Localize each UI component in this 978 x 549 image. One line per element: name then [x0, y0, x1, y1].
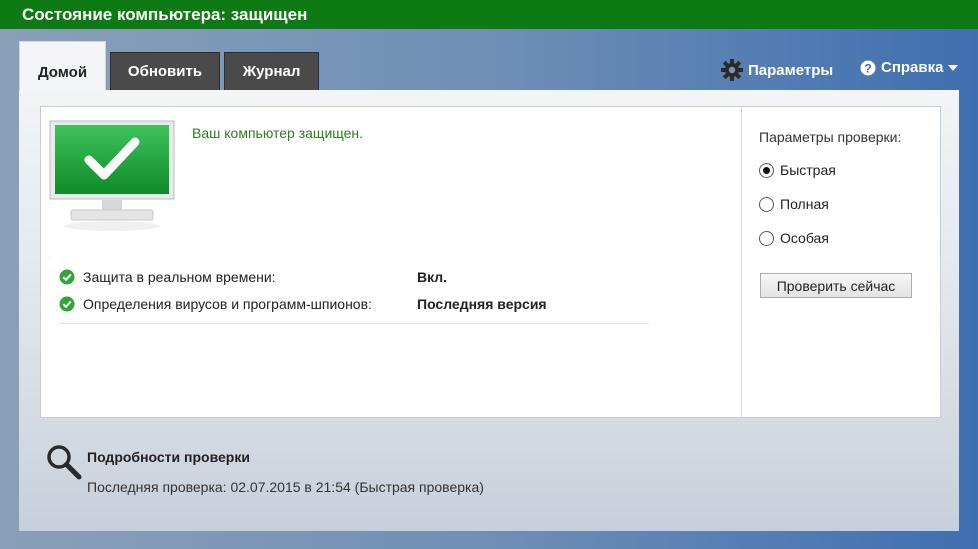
window-title: Состояние компьютера: защищен — [22, 5, 308, 24]
tab-update-label: Обновить — [127, 63, 203, 80]
check-circle-icon — [59, 296, 75, 312]
radio-full-scan[interactable]: Полная — [759, 196, 829, 212]
check-circle-icon — [59, 269, 75, 285]
monitor-checkmark-icon — [49, 120, 175, 231]
status-divider — [59, 323, 649, 324]
definitions-label: Определения вирусов и программ-шпионов: — [83, 296, 372, 312]
scan-details-title: Подробности проверки — [87, 449, 250, 465]
radio-quick-dot[interactable] — [759, 162, 774, 178]
tab-history-label: Журнал — [242, 63, 301, 80]
defender-window: Домой Обновить Журнал Параметры ? Справк… — [19, 41, 959, 531]
scan-now-button[interactable]: Проверить сейчас — [760, 273, 912, 298]
radio-quick-label: Быстрая — [780, 162, 836, 178]
tab-update[interactable]: Обновить — [110, 52, 220, 90]
status-row-realtime: Защита в реальном времени: Вкл. — [59, 269, 447, 285]
scan-options-title: Параметры проверки: — [759, 129, 902, 145]
radio-custom-dot[interactable] — [759, 230, 774, 246]
settings-label: Параметры — [748, 61, 834, 79]
magnifier-icon — [47, 445, 82, 480]
status-message: Ваш компьютер защищен. — [192, 125, 364, 141]
tab-history[interactable]: Журнал — [224, 52, 319, 90]
vertical-divider — [741, 107, 742, 417]
settings-link[interactable]: Параметры — [721, 59, 833, 81]
realtime-value: Вкл. — [417, 269, 448, 285]
svg-text:?: ? — [864, 61, 871, 75]
tab-home-label: Домой — [37, 64, 88, 81]
status-content: Ваш компьютер защищен. Защита в реальном… — [40, 106, 941, 418]
radio-custom-label: Особая — [780, 230, 829, 246]
radio-full-dot[interactable] — [759, 196, 774, 212]
last-scan-text: Последняя проверка: 02.07.2015 в 21:54 (… — [87, 479, 484, 495]
tab-home[interactable]: Домой — [19, 41, 106, 91]
status-row-definitions: Определения вирусов и программ-шпионов: … — [59, 296, 547, 312]
help-link[interactable]: ? Справка — [860, 59, 959, 76]
title-bar: Состояние компьютера: защищен — [0, 0, 978, 29]
help-label: Справка — [881, 59, 944, 76]
help-icon: ? — [860, 60, 876, 75]
radio-custom-scan[interactable]: Особая — [759, 230, 829, 246]
chevron-down-icon — [948, 64, 959, 71]
gear-icon — [721, 59, 743, 81]
radio-quick-scan[interactable]: Быстрая — [759, 162, 836, 178]
realtime-label: Защита в реальном времени: — [83, 269, 276, 285]
definitions-value: Последняя версия — [417, 296, 547, 312]
radio-full-label: Полная — [780, 196, 829, 212]
